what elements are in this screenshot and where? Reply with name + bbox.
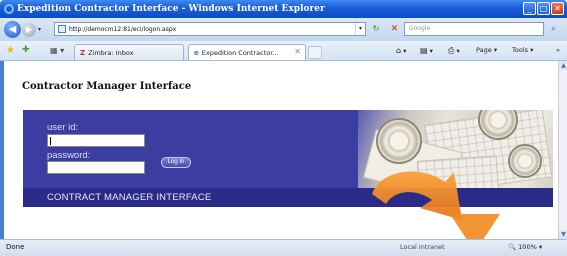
window-title-bar: Expedition Contractor Interface - Window… xyxy=(0,0,567,18)
address-dropdown-icon[interactable]: ▾ xyxy=(355,23,365,35)
search-icon[interactable]: ⌕ xyxy=(547,23,560,35)
zoom-value: 100% xyxy=(518,243,537,251)
new-tab-button[interactable] xyxy=(308,46,322,59)
feeds-button[interactable]: ▤ ▾ xyxy=(420,46,433,55)
login-button[interactable]: Log In xyxy=(161,157,191,168)
user-id-label: user id: xyxy=(47,122,79,133)
password-label: password: xyxy=(47,150,91,161)
refresh-button[interactable]: ↻ xyxy=(368,23,384,35)
back-button[interactable]: ◀ xyxy=(4,21,21,38)
tab-label: Zimbra: Inbox xyxy=(88,48,134,57)
tab-label: Expedition Contractor... xyxy=(201,48,279,57)
maximize-button[interactable]: □ xyxy=(537,2,550,15)
page-menu-label: Page xyxy=(476,46,492,54)
scroll-up-icon[interactable]: ▲ xyxy=(559,61,567,70)
zimbra-icon: Z xyxy=(80,48,86,57)
address-url[interactable]: http://democm12:81/eci/logon.aspx xyxy=(69,26,176,33)
status-text: Done xyxy=(6,243,25,251)
tab-zimbra[interactable]: Z Zimbra: Inbox xyxy=(74,44,184,60)
zoom-level[interactable]: 🔍 100% ▾ xyxy=(508,243,542,251)
page-icon xyxy=(58,25,66,33)
ie-page-icon: e xyxy=(194,48,199,57)
window-controls: _ □ ✕ xyxy=(523,2,564,15)
tab-expedition[interactable]: e Expedition Contractor... ✕ xyxy=(188,44,306,60)
password-field[interactable] xyxy=(47,161,145,174)
add-favorite-icon[interactable]: ✚ xyxy=(22,45,30,55)
vertical-scrollbar[interactable]: ▲ ▼ xyxy=(558,61,567,239)
footer-banner: CONTRACT MANAGER INTERFACE xyxy=(47,192,212,203)
more-commands-icon[interactable]: » xyxy=(556,46,560,54)
stop-button[interactable]: ✕ xyxy=(388,23,401,35)
forward-button[interactable]: ▶ xyxy=(22,22,36,37)
minimize-button[interactable]: _ xyxy=(523,2,536,15)
recent-pages-dropdown[interactable]: ▾ xyxy=(38,26,41,33)
window-title: Expedition Contractor Interface - Window… xyxy=(17,4,325,14)
page-title: Contractor Manager Interface xyxy=(22,81,192,92)
tools-menu-label: Tools xyxy=(512,46,529,54)
search-input[interactable]: Google xyxy=(404,22,544,36)
status-bar: Done Local intranet 🔍 100% ▾ xyxy=(0,239,567,256)
scroll-down-icon[interactable]: ▼ xyxy=(559,230,567,239)
user-id-field[interactable] xyxy=(47,134,145,147)
tools-menu[interactable]: Tools ▾ xyxy=(512,46,533,54)
tab-bar: ★ ✚ ▦ ▾ Z Zimbra: Inbox e Expedition Con… xyxy=(0,41,567,61)
quick-tabs-icon[interactable]: ▦ ▾ xyxy=(50,46,64,55)
print-button[interactable]: ⎙ ▾ xyxy=(448,46,460,56)
print-icon: ⎙ xyxy=(448,46,455,55)
security-zone: Local intranet xyxy=(400,243,445,251)
feeds-icon: ▤ xyxy=(420,46,428,55)
internet-explorer-icon xyxy=(4,4,14,14)
home-button[interactable]: ⌂ ▾ xyxy=(396,46,406,55)
tab-close-icon[interactable]: ✕ xyxy=(294,47,301,56)
close-button[interactable]: ✕ xyxy=(551,2,564,15)
page-menu[interactable]: Page ▾ xyxy=(476,46,497,54)
address-bar[interactable]: http://democm12:81/eci/logon.aspx ▾ xyxy=(54,22,366,36)
home-icon: ⌂ xyxy=(396,46,402,55)
navigation-bar: ◀ ▶ ▾ http://democm12:81/eci/logon.aspx … xyxy=(0,18,567,41)
favorites-star-icon[interactable]: ★ xyxy=(6,45,15,56)
